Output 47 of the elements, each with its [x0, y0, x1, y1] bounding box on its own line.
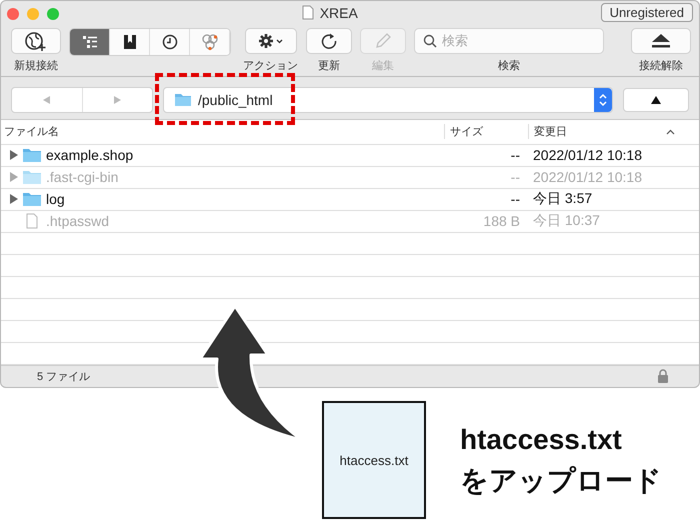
file-row[interactable]: log -- 今日 3:57 [1, 188, 699, 211]
status-text: 5 ファイル [37, 370, 90, 384]
parent-folder-button[interactable] [623, 88, 689, 112]
clock-icon [162, 34, 178, 50]
window-title: XREA [320, 4, 358, 20]
toolbar-label: 検索 [498, 58, 520, 73]
document-icon [302, 5, 314, 20]
sort-icon [666, 128, 675, 135]
folder-icon [174, 92, 192, 108]
pencil-icon [374, 32, 392, 50]
eject-icon [650, 33, 672, 49]
gear-button[interactable] [244, 28, 296, 54]
caption-text: htaccess.txt [460, 424, 623, 456]
refresh-button[interactable] [306, 28, 352, 54]
lock-icon [657, 369, 669, 384]
column-header[interactable]: サイズ [444, 124, 528, 140]
caption-text: をアップロード [460, 464, 662, 498]
right-triangle-icon [112, 94, 122, 105]
registration-badge[interactable]: Unregistered [600, 3, 693, 22]
toolbar-label: アクション [243, 59, 298, 73]
toolbar-label: 更新 [318, 58, 340, 73]
bookmark-icon [122, 34, 136, 50]
column-header[interactable]: ファイル名 [1, 124, 444, 140]
search-placeholder: 検索 [442, 32, 468, 50]
toolbar-label: 新規接続 [14, 58, 58, 73]
toolbar-label: 接続解除 [639, 58, 683, 73]
folder-icon [22, 169, 42, 186]
globe-plus-icon [24, 31, 48, 51]
globe-plus-button[interactable] [11, 28, 61, 54]
file-row[interactable]: example.shop -- 2022/01/12 10:18 [1, 144, 699, 167]
disclosure-icon[interactable] [9, 150, 18, 160]
eject-button[interactable] [631, 28, 691, 54]
file-name: htaccess.txt [340, 452, 408, 468]
folder-icon [22, 191, 42, 208]
stepper-icon [594, 88, 612, 112]
search-icon [423, 34, 437, 48]
circles-icon [200, 33, 218, 51]
toolbar-label: 編集 [372, 59, 394, 73]
column-header[interactable]: 変更日 [528, 124, 683, 140]
up-triangle-icon [650, 94, 662, 105]
disclosure-icon[interactable] [9, 194, 18, 204]
path-dropdown[interactable]: /public_html [163, 86, 613, 113]
left-triangle-icon [42, 94, 52, 105]
outline-icon [82, 35, 98, 49]
refresh-icon [320, 32, 338, 50]
gear-icon [258, 33, 284, 49]
folder-icon [22, 147, 42, 164]
